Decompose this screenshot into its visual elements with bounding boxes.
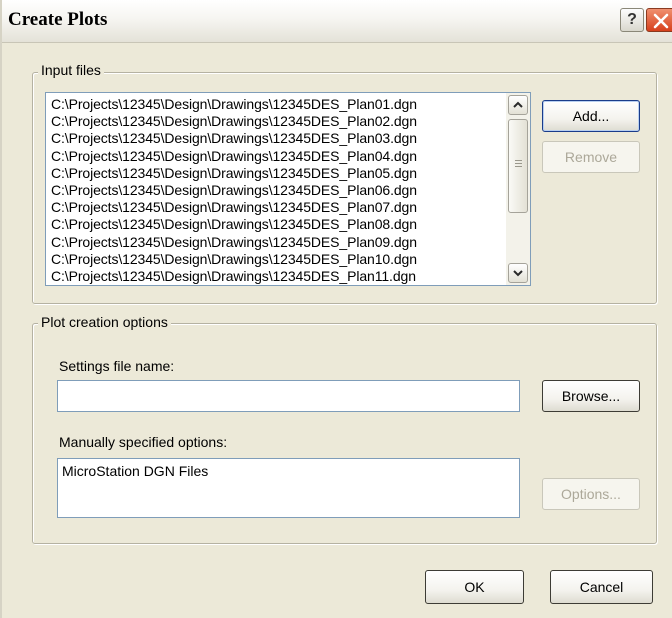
title-bar[interactable]: Create Plots ? xyxy=(2,0,672,43)
help-button[interactable]: ? xyxy=(620,8,644,32)
file-list-item[interactable]: C:\Projects\12345\Design\Drawings\12345D… xyxy=(51,165,507,182)
manual-options-label: Manually specified options: xyxy=(59,434,228,450)
file-list-item[interactable]: C:\Projects\12345\Design\Drawings\12345D… xyxy=(51,251,507,268)
input-files-list[interactable]: C:\Projects\12345\Design\Drawings\12345D… xyxy=(45,92,531,286)
input-files-label: Input files xyxy=(38,62,104,78)
settings-file-input[interactable] xyxy=(57,380,520,412)
file-list-item[interactable]: C:\Projects\12345\Design\Drawings\12345D… xyxy=(51,182,507,199)
plot-options-label: Plot creation options xyxy=(38,314,171,330)
file-list-item[interactable]: C:\Projects\12345\Design\Drawings\12345D… xyxy=(51,113,507,130)
file-list-item[interactable]: C:\Projects\12345\Design\Drawings\12345D… xyxy=(51,148,507,165)
manual-options-field[interactable]: MicroStation DGN Files xyxy=(57,458,520,518)
close-icon xyxy=(653,13,669,29)
settings-file-label: Settings file name: xyxy=(59,358,175,374)
close-button[interactable] xyxy=(646,8,672,32)
add-button[interactable]: Add... xyxy=(542,100,640,132)
chevron-up-icon xyxy=(513,101,523,108)
file-list-item[interactable]: C:\Projects\12345\Design\Drawings\12345D… xyxy=(51,130,507,147)
scroll-down-button[interactable] xyxy=(508,263,528,283)
help-icon: ? xyxy=(627,11,637,28)
chevron-down-icon xyxy=(513,270,523,277)
file-list-item[interactable]: C:\Projects\12345\Design\Drawings\12345D… xyxy=(51,199,507,216)
scroll-up-button[interactable] xyxy=(508,95,528,115)
ok-button[interactable]: OK xyxy=(425,570,524,604)
dialog-title: Create Plots xyxy=(8,9,108,30)
file-list-scrollbar[interactable] xyxy=(506,93,530,285)
file-list-item[interactable]: C:\Projects\12345\Design\Drawings\12345D… xyxy=(51,234,507,251)
scroll-grip-icon xyxy=(515,160,522,169)
file-list-item[interactable]: C:\Projects\12345\Design\Drawings\12345D… xyxy=(51,96,507,113)
file-list-items: C:\Projects\12345\Design\Drawings\12345D… xyxy=(51,96,507,284)
create-plots-dialog: Create Plots ? Input files C:\Projects\1… xyxy=(0,0,672,618)
cancel-button[interactable]: Cancel xyxy=(550,570,653,604)
remove-button[interactable]: Remove xyxy=(542,141,640,173)
file-list-item[interactable]: C:\Projects\12345\Design\Drawings\12345D… xyxy=(51,216,507,233)
scroll-thumb[interactable] xyxy=(508,119,528,213)
options-button[interactable]: Options... xyxy=(542,478,640,510)
file-list-item[interactable]: C:\Projects\12345\Design\Drawings\12345D… xyxy=(51,268,507,284)
browse-button[interactable]: Browse... xyxy=(542,380,640,412)
